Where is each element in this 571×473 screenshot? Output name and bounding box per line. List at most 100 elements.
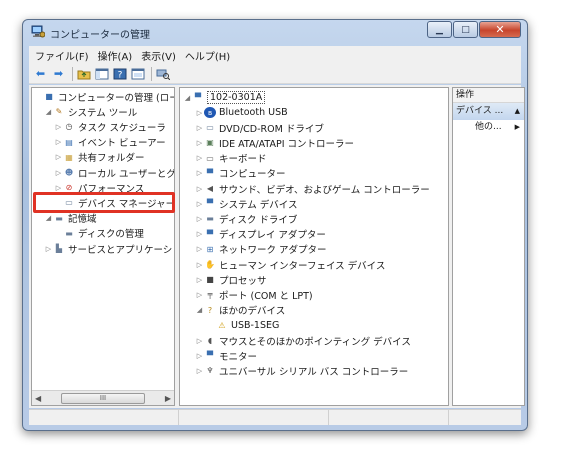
expand-arrow-icon[interactable]: ▷ (195, 367, 204, 375)
console-tree-label: システム ツール (68, 107, 138, 119)
scroll-right-icon[interactable]: ▶ (165, 394, 174, 403)
device-tree-item[interactable]: ▷ ▬ ディスク ドライブ (195, 211, 298, 226)
device-tree-item[interactable]: ▷ ▀ コンピューター (195, 166, 286, 181)
scroll-left-icon[interactable]: ◀ (32, 394, 41, 403)
network-adapter-icon: ⊞ (206, 244, 214, 254)
device-tree-item[interactable]: ▷ ▀ システム デバイス (195, 196, 298, 211)
disk-management-icon: ▬ (65, 228, 73, 238)
content-area: ◀ III ▶ ■コンピューターの管理 (ローカ◢✎システム ツール▷◷タスク … (29, 85, 525, 408)
device-tree-item[interactable]: ◢? ほかのデバイス (195, 303, 285, 318)
back-icon[interactable]: ⬅ (33, 67, 48, 81)
console-tree-item[interactable]: ◢ ✎ システム ツール (44, 104, 137, 119)
expand-arrow-icon[interactable]: ▷ (195, 230, 204, 238)
help-icon[interactable]: ? (112, 67, 127, 81)
device-tree-item[interactable]: ▷ ▣ IDE ATA/ATAPI コントローラー (195, 135, 354, 150)
expand-arrow-icon[interactable]: ▷ (54, 123, 63, 131)
expand-arrow-icon[interactable]: ▷ (195, 291, 204, 299)
device-tree-item[interactable]: ▷ ⊞ ネットワーク アダプター (195, 242, 327, 257)
device-tree-item[interactable]: ▷ ▭ キーボード (195, 151, 267, 166)
expand-arrow-icon[interactable]: ▷ (195, 109, 204, 117)
up-folder-icon[interactable] (76, 67, 91, 81)
console-tree-item[interactable]: ▷ ▤ イベント ビューアー (54, 135, 166, 150)
device-tree-item[interactable]: ▷ ◖ マウスとそのほかのポインティング デバイス (195, 333, 411, 348)
computer-management-icon: ■ (45, 92, 53, 101)
expand-arrow-icon[interactable]: ▷ (54, 153, 63, 161)
device-tree-label: USB-1SEG (231, 319, 280, 331)
menu-item[interactable]: ヘルプ(H) (185, 48, 230, 63)
collapse-arrow-icon[interactable]: ◢ (183, 94, 192, 102)
device-tree-label: Bluetooth USB (219, 107, 288, 118)
device-tree-item[interactable]: ▷ ✋ ヒューマン インターフェイス デバイス (195, 257, 386, 272)
expand-arrow-icon[interactable]: ▷ (195, 169, 204, 177)
menu-item[interactable]: 表示(V) (141, 48, 176, 63)
console-tree-label: タスク スケジューラ (78, 122, 166, 134)
device-tree-root[interactable]: ◢ ▀ 102-0301A (183, 90, 266, 105)
device-tree-item[interactable]: ▷ ■ プロセッサ (195, 272, 267, 287)
expand-arrow-icon[interactable]: ▷ (44, 245, 53, 253)
console-tree-item[interactable]: ■ コンピューターの管理 (ローカ (34, 89, 174, 104)
tools-icon: ✎ (55, 107, 63, 117)
collapse-arrow-icon[interactable]: ▲ (515, 103, 520, 120)
console-tree-label: ディスクの管理 (78, 229, 144, 241)
expand-arrow-icon[interactable]: ▷ (195, 215, 204, 223)
console-tree-label: 共有フォルダー (78, 153, 145, 165)
expand-arrow-icon[interactable]: ▷ (54, 138, 63, 146)
menu-item[interactable]: 操作(A) (98, 48, 133, 63)
scrollbar-thumb[interactable]: III (61, 392, 145, 404)
device-tree-label: ネットワーク アダプター (219, 245, 327, 257)
highlight-box-device-manager (33, 192, 175, 213)
menu-item[interactable]: ファイル(F) (35, 48, 89, 63)
expand-arrow-icon[interactable]: ▷ (195, 337, 204, 345)
toolbar: ⬅ ➡ ? (29, 64, 521, 84)
console-tree-item[interactable]: ▷ ☻ ローカル ユーザーとグ (54, 165, 174, 180)
device-tree-pane[interactable]: ◢ ▀ 102-0301A ▷ ʙ Bluetooth USB ▷ ▭ DVD/CD-ROM ド… (179, 87, 449, 406)
expand-arrow-icon[interactable]: ▷ (195, 200, 204, 208)
actions-section-device-manager[interactable]: デバイス ... ▲ (453, 103, 524, 120)
device-tree-label: ほかのデバイス (219, 306, 286, 318)
device-tree-item[interactable]: ▷ ♆ ユニバーサル シリアル バス コントローラー (195, 363, 408, 378)
expand-arrow-icon[interactable]: ▷ (195, 139, 204, 147)
device-tree-item[interactable]: ▷ ◀ サウンド、ビデオ、およびゲーム コントローラー (195, 181, 430, 196)
system-device-icon: ▀ (206, 199, 214, 209)
horizontal-scrollbar[interactable]: ◀ III ▶ (32, 390, 174, 405)
actions-more-item[interactable]: 他の... ▶ (453, 120, 524, 135)
title-bar[interactable]: コンピューターの管理 ▁ □ ✕ (23, 20, 527, 44)
expand-arrow-icon[interactable]: ▷ (54, 184, 63, 192)
console-tree-item[interactable]: ▬ ディスクの管理 (54, 226, 144, 241)
expand-arrow-icon[interactable]: ▷ (195, 352, 204, 360)
device-tree-item[interactable]: ▷ ʙ Bluetooth USB (195, 105, 288, 120)
expand-arrow-icon[interactable]: ▷ (195, 124, 204, 132)
close-button[interactable]: ✕ (479, 21, 521, 38)
console-tree-item[interactable]: ▷ ◷ タスク スケジューラ (54, 119, 166, 134)
expand-arrow-icon[interactable]: ▷ (195, 261, 204, 269)
expand-arrow-icon[interactable]: ▷ (195, 276, 204, 284)
scan-hardware-icon[interactable] (155, 67, 170, 81)
console-tree-item[interactable]: ▷ ▙ サービスとアプリケーショ (44, 241, 174, 256)
show-hide-tree-icon[interactable] (94, 67, 109, 81)
computer-management-window: コンピューターの管理 ▁ □ ✕ ファイル(F) 操作(A) 表示(V) ヘルプ(H)… (22, 19, 528, 431)
maximize-button[interactable]: □ (453, 21, 478, 38)
expand-arrow-icon[interactable]: ▷ (195, 185, 204, 193)
console-tree-pane[interactable]: ◀ III ▶ ■コンピューターの管理 (ローカ◢✎システム ツール▷◷タスク … (31, 87, 175, 406)
actions-pane: 操作 デバイス ... ▲ 他の... ▶ (452, 87, 525, 406)
properties-icon[interactable] (130, 67, 145, 81)
device-tree-label: キーボード (219, 154, 267, 166)
console-tree-item[interactable]: ▷ ▦ 共有フォルダー (54, 150, 145, 165)
collapse-arrow-icon[interactable]: ◢ (44, 214, 53, 222)
device-tree-item[interactable]: ▷ ╤ ポート (COM と LPT) (195, 287, 313, 302)
collapse-arrow-icon[interactable]: ◢ (195, 306, 204, 314)
device-tree-label: IDE ATA/ATAPI コントローラー (219, 138, 355, 150)
collapse-arrow-icon[interactable]: ◢ (44, 108, 53, 116)
expand-arrow-icon[interactable]: ▷ (195, 154, 204, 162)
device-tree-item[interactable]: ▷ ▀ モニター (195, 348, 257, 363)
device-tree-item[interactable]: ▷ ▭ DVD/CD-ROM ドライブ (195, 120, 324, 135)
minimize-button[interactable]: ▁ (427, 21, 452, 38)
forward-icon[interactable]: ➡ (51, 67, 66, 81)
device-tree-item[interactable]: ⚠ USB-1SEG (207, 318, 279, 333)
processor-icon: ■ (206, 275, 214, 285)
expand-arrow-icon[interactable]: ▷ (54, 169, 63, 177)
device-tree-item[interactable]: ▷ ▀ ディスプレイ アダプター (195, 227, 326, 242)
port-icon: ╤ (207, 290, 213, 300)
expand-arrow-icon[interactable]: ▷ (195, 245, 204, 253)
minimize-icon: ▁ (436, 24, 443, 35)
